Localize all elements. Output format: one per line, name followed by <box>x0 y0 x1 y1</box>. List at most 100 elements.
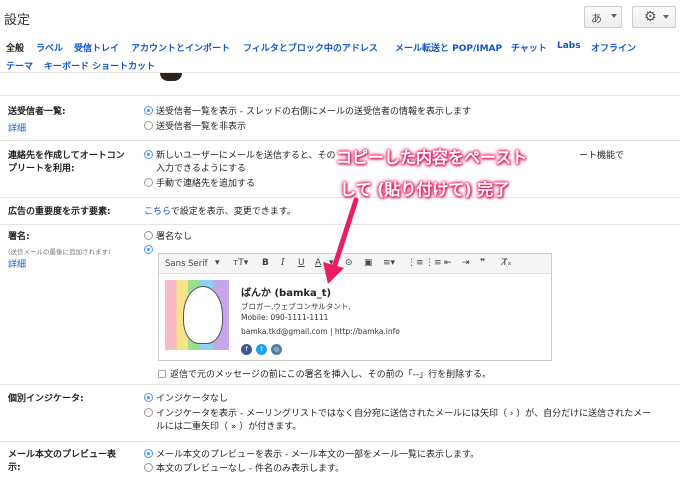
contacts-label-line1: 連絡先を作成してオートコン <box>8 151 125 161</box>
signature-custom-option[interactable] <box>144 245 156 258</box>
checkbox-icon[interactable] <box>158 370 166 378</box>
numbered-list-icon[interactable]: ⋮≡ <box>407 258 424 268</box>
image-icon[interactable]: ▣ <box>364 258 373 268</box>
signature-none-option[interactable]: 署名なし <box>144 231 192 244</box>
radio-selected-icon[interactable] <box>144 449 153 458</box>
contacts-auto-option[interactable]: 新しいユーザーにメールを送信すると、その <box>144 150 335 163</box>
contacts-manual-option[interactable]: 手動で連絡先を追加する <box>144 178 255 191</box>
facebook-icon[interactable]: f <box>241 344 252 355</box>
tab-general[interactable]: 全般 <box>6 41 24 54</box>
tab-filters-blocked[interactable]: フィルタとブロック中のアドレス <box>243 41 378 54</box>
sender-info-label: 送受信者一覧: <box>8 107 66 117</box>
signature-reply-checkbox-row[interactable]: 返信で元のメッセージの前にこの署名を挿入し、その前の「--」行を削除する。 <box>158 367 491 380</box>
font-family-select[interactable]: Sans Serif <box>165 259 208 269</box>
signature-title: ブロガー,ウェブコンサルタント, <box>241 302 351 311</box>
signature-editor[interactable]: Sans Serif ▾ тT▾ B I U A ▾ ⊝ ▣ ≡▾ ⋮≡ ⋮≡ … <box>158 253 552 361</box>
profile-picture-partial <box>160 73 182 81</box>
input-tools-button[interactable]: あ <box>584 6 622 28</box>
preview-label-line1: メール本文のプレビュー表 <box>8 450 117 460</box>
tab-inbox[interactable]: 受信トレイ <box>74 41 119 54</box>
tab-accounts-import[interactable]: アカウントとインポート <box>131 41 230 54</box>
sender-info-detail-link[interactable]: 詳細 <box>8 121 26 134</box>
signature-mobile: Mobile: 090-1111-1111 <box>241 313 329 322</box>
signature-detail-link[interactable]: 詳細 <box>8 257 26 270</box>
tab-themes[interactable]: テーマ <box>6 59 33 72</box>
radio-icon[interactable] <box>144 408 153 417</box>
quote-icon[interactable]: ❞ <box>480 258 485 268</box>
radio-icon[interactable] <box>144 121 153 130</box>
radio-selected-icon[interactable] <box>144 393 153 402</box>
signature-toolbar: Sans Serif ▾ тT▾ B I U A ▾ ⊝ ▣ ≡▾ ⋮≡ ⋮≡ … <box>159 254 551 274</box>
tab-keyboard-shortcuts[interactable]: キーボード ショートカット <box>44 59 155 72</box>
option-description: - メール本文の一部をメール一覧に表示します。 <box>282 450 480 460</box>
tab-labels[interactable]: ラベル <box>36 41 63 54</box>
option-label: インジケータなし <box>156 394 229 404</box>
contacts-label-line2: プリートを利用: <box>8 164 75 174</box>
radio-selected-icon[interactable] <box>144 150 153 159</box>
indent-more-icon[interactable]: ⇥ <box>462 258 470 268</box>
tab-offline[interactable]: オフライン <box>591 41 636 54</box>
radio-icon[interactable] <box>144 463 153 472</box>
row-divider <box>0 95 680 96</box>
underline-icon[interactable]: U <box>298 258 305 268</box>
option-description: - メーリングリストではなく自分宛に送信されたメールには矢印（ › ）が、自分だ… <box>237 409 652 419</box>
instagram-icon[interactable]: ◎ <box>271 344 282 355</box>
preview-label-line2: 示: <box>8 463 21 473</box>
indicator-label: 個別インジケータ: <box>8 394 84 404</box>
option-label: 手動で連絡先を追加する <box>156 179 256 189</box>
row-divider <box>0 224 680 225</box>
annotation-line1: コピーした内容をペースト <box>336 148 528 167</box>
indicator-show-option[interactable]: インジケータを表示 - メーリングリストではなく自分宛に送信されたメールには矢印… <box>144 408 651 421</box>
sender-info-show-option[interactable]: 送受信者一覧を表示 - スレッドの右側にメールの送受信者の情報を表示します <box>144 106 471 119</box>
gear-icon: ⚙ <box>644 9 657 25</box>
option-label: 新しいユーザーにメールを送信すると、その <box>156 151 336 161</box>
tab-labs[interactable]: Labs <box>557 41 581 51</box>
font-family-chevron-icon[interactable]: ▾ <box>215 258 220 268</box>
italic-icon[interactable]: I <box>281 258 285 268</box>
font-size-icon[interactable]: тT▾ <box>233 258 248 268</box>
settings-gear-button[interactable]: ⚙ <box>632 6 676 28</box>
remove-formatting-icon[interactable]: T̸ₓ <box>502 258 512 268</box>
option-label: インジケータを表示 <box>156 409 238 419</box>
text-color-chevron-icon[interactable]: ▾ <box>329 258 334 268</box>
indicator-none-option[interactable]: インジケータなし <box>144 393 228 406</box>
option-label: 送受信者一覧を非表示 <box>156 122 247 132</box>
align-icon[interactable]: ≡▾ <box>383 258 395 268</box>
ads-settings-link[interactable]: こちら <box>144 207 171 217</box>
tab-chat[interactable]: チャット <box>511 41 547 54</box>
radio-selected-icon[interactable] <box>144 106 153 115</box>
bulleted-list-icon[interactable]: ⋮≡ <box>425 258 442 268</box>
text-color-icon[interactable]: A <box>315 258 321 268</box>
ads-label: 広告の重要度を示す要素: <box>8 207 111 217</box>
option-label: メール本文のプレビューを表示 <box>156 450 283 460</box>
ads-setting-description: で設定を表示、変更できます。 <box>170 207 296 217</box>
settings-tabs: 全般 ラベル 受信トレイ アカウントとインポート フィルタとブロック中のアドレス… <box>0 37 680 73</box>
contacts-auto-option-line2: 入力できるようにする <box>156 164 246 174</box>
annotation-line2: して (貼り付けて) 完了 <box>340 180 510 199</box>
radio-icon[interactable] <box>144 231 153 240</box>
option-label: 送受信者一覧を表示 <box>156 107 238 117</box>
preview-show-option[interactable]: メール本文のプレビューを表示 - メール本文の一部をメール一覧に表示します。 <box>144 449 479 462</box>
ads-setting-text: こちらで設定を表示、変更できます。 <box>144 206 296 219</box>
contacts-auto-option-tail: ート機能で <box>579 151 625 161</box>
bold-icon[interactable]: B <box>262 258 269 268</box>
sender-info-hide-option[interactable]: 送受信者一覧を非表示 <box>144 121 246 134</box>
avatar-illustration <box>183 286 223 344</box>
option-description: - スレッドの右側にメールの送受信者の情報を表示します <box>237 107 471 117</box>
tab-forwarding-pop-imap[interactable]: メール転送と POP/IMAP <box>395 41 502 54</box>
radio-selected-icon[interactable] <box>144 245 153 254</box>
option-label: 署名なし <box>156 232 193 242</box>
signature-sublabel: (送信メールの最後に追加されます) <box>8 248 111 256</box>
option-description: - 件名のみ表示します。 <box>246 464 345 474</box>
chevron-down-icon <box>611 14 617 18</box>
signature-email-url[interactable]: bamka.tkd@gmail.com | http://bamka.info <box>241 327 400 336</box>
indent-less-icon[interactable]: ⇤ <box>444 258 452 268</box>
preview-hide-option[interactable]: 本文のプレビューなし - 件名のみ表示します。 <box>144 463 344 476</box>
indicator-show-option-line2: ルには二重矢印（ » ）が付きます。 <box>156 422 302 432</box>
signature-label: 署名: <box>8 232 30 242</box>
twitter-icon[interactable]: t <box>256 344 267 355</box>
row-divider <box>0 384 680 385</box>
radio-icon[interactable] <box>144 178 153 187</box>
option-label: 本文のプレビューなし <box>156 464 247 474</box>
link-icon[interactable]: ⊝ <box>345 258 353 268</box>
